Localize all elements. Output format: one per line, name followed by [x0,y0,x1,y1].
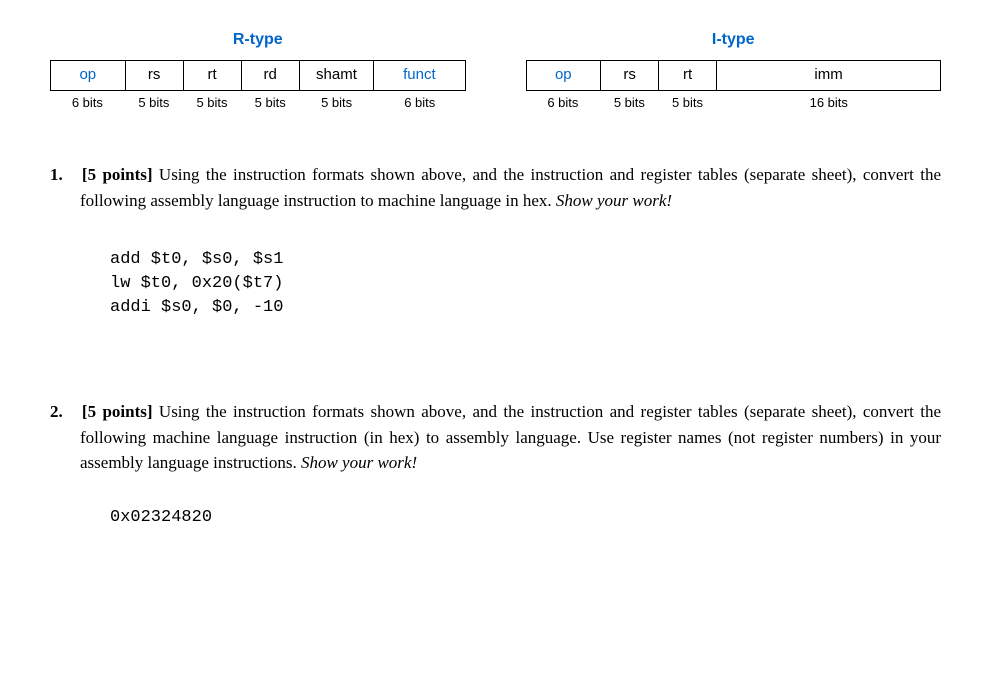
r-rt-bits: 5 bits [183,93,241,113]
i-imm-bits: 16 bits [717,93,941,113]
q1-num: 1. [50,165,63,184]
q1-points: [5 points] [82,165,153,184]
q1-text: 1. [5 points] Using the instruction form… [50,162,941,213]
q1-show-work: Show your work! [556,191,672,210]
q1-code-line: lw $t0, 0x20($t7) [110,272,941,296]
q2-body: Using the instruction formats shown abov… [80,402,941,472]
q1-code-line: addi $s0, $0, -10 [110,296,941,320]
i-rt-bits: 5 bits [658,93,716,113]
i-op-bits: 6 bits [526,93,601,113]
q2-code-line: 0x02324820 [110,506,941,530]
i-rt-cell: rt [659,61,717,91]
r-type-format: R-type op rs rt rd shamt funct 6 bits 5 … [50,28,466,112]
r-type-bits: 6 bits 5 bits 5 bits 5 bits 5 bits 6 bit… [50,93,466,113]
r-rt-cell: rt [183,61,241,91]
i-type-bits: 6 bits 5 bits 5 bits 16 bits [526,93,942,113]
r-funct-cell: funct [374,61,465,91]
question-1: 1. [5 points] Using the instruction form… [50,162,941,319]
r-type-title: R-type [50,28,466,52]
q2-points: [5 points] [82,402,153,421]
q1-code-line: add $t0, $s0, $s1 [110,248,941,272]
i-rs-bits: 5 bits [600,93,658,113]
r-op-bits: 6 bits [50,93,125,113]
r-rd-cell: rd [241,61,299,91]
r-rs-bits: 5 bits [125,93,183,113]
q2-num: 2. [50,402,63,421]
r-op-cell: op [51,61,126,91]
i-rs-cell: rs [601,61,659,91]
r-shamt-bits: 5 bits [299,93,374,113]
instruction-formats: R-type op rs rt rd shamt funct 6 bits 5 … [50,28,941,112]
i-type-table: op rs rt imm [526,60,942,91]
question-2: 2. [5 points] Using the instruction form… [50,399,941,529]
q2-code: 0x02324820 [110,506,941,530]
r-type-table: op rs rt rd shamt funct [50,60,466,91]
i-type-title: I-type [526,28,942,52]
q2-text: 2. [5 points] Using the instruction form… [50,399,941,476]
q1-code: add $t0, $s0, $s1 lw $t0, 0x20($t7) addi… [110,248,941,319]
r-shamt-cell: shamt [299,61,374,91]
i-imm-cell: imm [717,61,941,91]
q1-body: Using the instruction formats shown abov… [80,165,941,210]
i-op-cell: op [526,61,601,91]
q2-show-work: Show your work! [301,453,417,472]
r-rs-cell: rs [125,61,183,91]
i-type-format: I-type op rs rt imm 6 bits 5 bits 5 bits… [526,28,942,112]
r-funct-bits: 6 bits [374,93,465,113]
r-rd-bits: 5 bits [241,93,299,113]
